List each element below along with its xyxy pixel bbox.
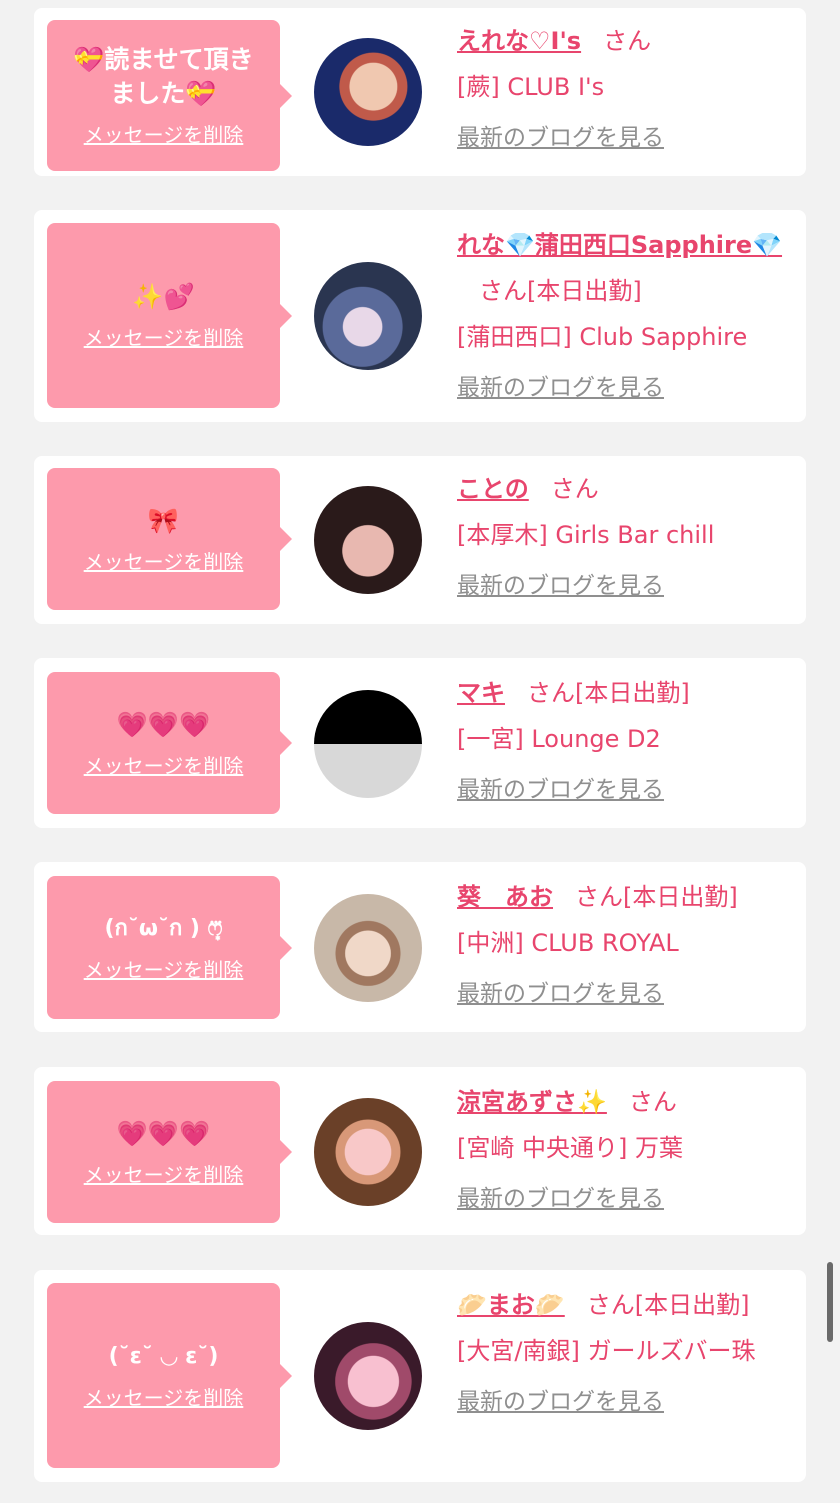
cast-info: 🥟まお🥟 さん[本日出勤] [大宮/南銀] ガールズバー珠 最新のブログを見る — [457, 1282, 802, 1416]
cast-name-link[interactable]: ことの — [457, 475, 529, 503]
cast-name-link[interactable]: マキ — [457, 679, 505, 707]
list-item: ✨💕 メッセージを削除 れな💎蒲田西口Sapphire💎 さん[本日出勤] [蒲田… — [34, 210, 806, 422]
delete-message-link[interactable]: メッセージを削除 — [84, 546, 244, 575]
cast-name-link[interactable]: えれな♡I's — [457, 27, 581, 55]
cast-info: ことの さん [本厚木] Girls Bar chill 最新のブログを見る — [457, 466, 802, 600]
message-text: (ก˘ω˘ก ) ෆ͙⃛ — [104, 916, 223, 941]
avatar[interactable] — [314, 894, 422, 1002]
list-item: 💝読ませて頂きました💝 メッセージを削除 えれな♡I's さん [蕨] CLUB … — [34, 8, 806, 176]
san-label: さん — [527, 679, 575, 707]
scrollbar[interactable] — [827, 1262, 833, 1342]
latest-blog-link[interactable]: 最新のブログを見る — [457, 368, 664, 402]
message-text: (˘ε˘ ◡ ε˘) — [108, 1344, 219, 1369]
latest-blog-link[interactable]: 最新のブログを見る — [457, 974, 664, 1008]
delete-message-link[interactable]: メッセージを削除 — [84, 954, 244, 983]
message-text: 💗💗💗 — [116, 709, 211, 739]
avatar[interactable] — [314, 262, 422, 370]
status-badge: [本日出勤] — [634, 1291, 750, 1319]
cast-info: れな💎蒲田西口Sapphire💎 さん[本日出勤] [蒲田西口] Club Sap… — [457, 222, 802, 402]
delete-message-link[interactable]: メッセージを削除 — [84, 322, 244, 351]
avatar[interactable] — [314, 1098, 422, 1206]
san-label: さん — [586, 1291, 635, 1319]
shop-name: [宮崎 中央通り] 万葉 — [457, 1134, 683, 1162]
cast-name-link[interactable]: 葵 あお — [457, 883, 553, 911]
san-label: さん — [603, 27, 652, 55]
list-item: (˘ε˘ ◡ ε˘) メッセージを削除 🥟まお🥟 さん[本日出勤] [大宮/南銀]… — [34, 1270, 806, 1482]
avatar[interactable] — [314, 1322, 422, 1430]
cast-info: 涼宮あずさ✨ さん [宮崎 中央通り] 万葉 最新のブログを見る — [457, 1079, 802, 1213]
shop-name: [中洲] CLUB ROYAL — [457, 929, 679, 957]
message-bubble: 💗💗💗 メッセージを削除 — [47, 1081, 292, 1223]
list-item: (ก˘ω˘ก ) ෆ͙⃛ メッセージを削除 葵 あお さん[本日出勤] [中洲] … — [34, 862, 806, 1032]
message-bubble: 🎀 メッセージを削除 — [47, 468, 292, 610]
message-text: 💝読ませて頂きました💝 — [73, 45, 254, 108]
san-label: さん — [575, 883, 623, 911]
san-label: さん — [479, 277, 527, 305]
cast-name-link[interactable]: 涼宮あずさ✨ — [457, 1088, 607, 1116]
shop-name: [大宮/南銀] ガールズバー珠 — [457, 1337, 756, 1365]
shop-name: [一宮] Lounge D2 — [457, 725, 661, 753]
shop-name: [蒲田西口] Club Sapphire — [457, 323, 748, 351]
latest-blog-link[interactable]: 最新のブログを見る — [457, 118, 664, 152]
status-badge: [本日出勤] — [623, 883, 738, 911]
message-bubble: 💗💗💗 メッセージを削除 — [47, 672, 292, 814]
status-badge: [本日出勤] — [527, 277, 642, 305]
shop-name: [蕨] CLUB I's — [457, 73, 605, 101]
message-text: ✨💕 — [132, 282, 195, 311]
latest-blog-link[interactable]: 最新のブログを見る — [457, 770, 664, 804]
message-text: 💗💗💗 — [116, 1118, 211, 1148]
latest-blog-link[interactable]: 最新のブログを見る — [457, 566, 664, 600]
message-bubble: (˘ε˘ ◡ ε˘) メッセージを削除 — [47, 1283, 292, 1468]
shop-name: [本厚木] Girls Bar chill — [457, 521, 715, 549]
message-bubble: 💝読ませて頂きました💝 メッセージを削除 — [47, 20, 292, 171]
delete-message-link[interactable]: メッセージを削除 — [84, 119, 244, 148]
latest-blog-link[interactable]: 最新のブログを見る — [457, 1179, 664, 1213]
list-item: 💗💗💗 メッセージを削除 マキ さん[本日出勤] [一宮] Lounge D2 最… — [34, 658, 806, 828]
status-badge: [本日出勤] — [575, 679, 690, 707]
latest-blog-link[interactable]: 最新のブログを見る — [457, 1382, 664, 1416]
message-bubble: (ก˘ω˘ก ) ෆ͙⃛ メッセージを削除 — [47, 876, 292, 1019]
delete-message-link[interactable]: メッセージを削除 — [84, 1159, 244, 1188]
list-item: 💗💗💗 メッセージを削除 涼宮あずさ✨ さん [宮崎 中央通り] 万葉 最新のブロ… — [34, 1067, 806, 1235]
san-label: さん — [550, 475, 599, 503]
delete-message-link[interactable]: メッセージを削除 — [84, 750, 244, 779]
delete-message-link[interactable]: メッセージを削除 — [84, 1382, 244, 1411]
message-text: 🎀 — [147, 505, 180, 535]
cast-info: マキ さん[本日出勤] [一宮] Lounge D2 最新のブログを見る — [457, 670, 802, 804]
cast-info: えれな♡I's さん [蕨] CLUB I's 最新のブログを見る — [457, 18, 802, 152]
san-label: さん — [628, 1088, 677, 1116]
cast-name-link[interactable]: れな💎蒲田西口Sapphire💎 — [457, 231, 782, 259]
avatar[interactable] — [314, 690, 422, 798]
cast-name-link[interactable]: 🥟まお🥟 — [457, 1291, 565, 1319]
avatar[interactable] — [314, 38, 422, 146]
message-bubble: ✨💕 メッセージを削除 — [47, 223, 292, 408]
avatar[interactable] — [314, 486, 422, 594]
cast-info: 葵 あお さん[本日出勤] [中洲] CLUB ROYAL 最新のブログを見る — [457, 874, 802, 1008]
list-item: 🎀 メッセージを削除 ことの さん [本厚木] Girls Bar chill 最… — [34, 456, 806, 624]
